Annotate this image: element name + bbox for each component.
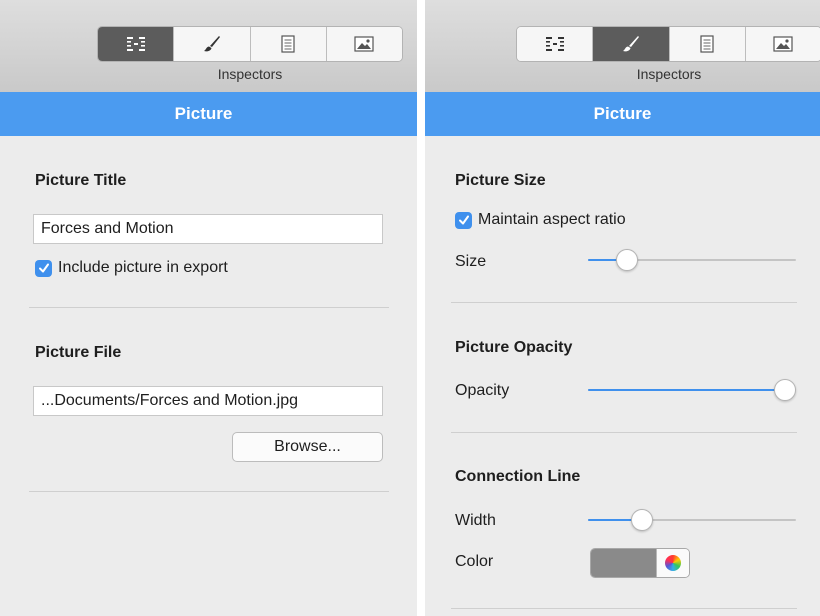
color-label: Color: [455, 553, 494, 570]
color-picker-button[interactable]: [656, 549, 689, 577]
checkmark-icon: [38, 263, 49, 273]
outline-icon: [545, 37, 564, 51]
document-icon: [281, 35, 295, 53]
style-inspector-tab[interactable]: [593, 27, 670, 61]
brush-icon: [622, 36, 639, 52]
picture-inspector-tab[interactable]: [745, 27, 820, 61]
section-divider: [29, 307, 389, 308]
panel-title: Picture: [0, 92, 417, 136]
maintain-aspect-row[interactable]: Maintain aspect ratio: [455, 211, 626, 229]
document-inspector-tab[interactable]: [250, 27, 327, 61]
outline-icon: [126, 37, 145, 51]
browse-button[interactable]: Browse...: [232, 432, 383, 462]
slider-fill: [588, 389, 785, 391]
panel-title-text: Picture: [593, 104, 652, 123]
line-width-slider[interactable]: [588, 508, 796, 532]
include-in-export-label: Include picture in export: [58, 259, 228, 276]
picture-size-heading: Picture Size: [455, 172, 546, 189]
inspector-panel-picture: Inspectors Picture Picture Title Forces …: [0, 0, 417, 616]
color-wheel-icon: [665, 555, 681, 571]
line-color-well[interactable]: [590, 548, 690, 578]
color-swatch[interactable]: [591, 549, 656, 577]
opacity-label: Opacity: [455, 382, 510, 399]
connection-line-heading: Connection Line: [455, 468, 581, 485]
picture-icon: [354, 36, 374, 52]
picture-icon: [773, 36, 793, 52]
slider-knob[interactable]: [630, 509, 653, 531]
inspector-toolbar: Inspectors: [0, 0, 417, 92]
section-divider: [451, 608, 797, 609]
picture-title-input[interactable]: Forces and Motion: [33, 214, 383, 244]
document-inspector-tab[interactable]: [669, 27, 746, 61]
inspectors-label: Inspectors: [636, 66, 702, 82]
inspectors-label: Inspectors: [217, 66, 283, 82]
maintain-aspect-checkbox[interactable]: [455, 211, 472, 229]
width-label: Width: [455, 512, 496, 529]
inspector-panel-picture-style: Inspectors Picture Picture Size Maintain…: [425, 0, 820, 616]
panel-title: Picture: [425, 92, 820, 136]
size-slider[interactable]: [588, 248, 796, 272]
picture-opacity-heading: Picture Opacity: [455, 339, 573, 356]
section-divider: [451, 432, 797, 433]
checkmark-icon: [458, 215, 469, 225]
brush-icon: [203, 36, 220, 52]
size-label: Size: [455, 253, 487, 270]
section-divider: [451, 302, 797, 303]
style-inspector-tab[interactable]: [174, 27, 251, 61]
picture-file-heading: Picture File: [35, 344, 122, 361]
picture-file-path-field[interactable]: ...Documents/Forces and Motion.jpg: [33, 386, 383, 416]
section-divider: [29, 491, 389, 492]
maintain-aspect-label: Maintain aspect ratio: [478, 211, 626, 228]
slider-knob[interactable]: [774, 379, 796, 401]
opacity-slider[interactable]: [588, 378, 796, 402]
document-icon: [700, 35, 714, 53]
inspector-segmented-control: [516, 26, 820, 62]
inspector-segmented-control: [97, 26, 403, 62]
outline-inspector-tab[interactable]: [98, 27, 175, 61]
picture-title-heading: Picture Title: [35, 172, 127, 189]
panel-title-text: Picture: [174, 104, 233, 123]
slider-knob[interactable]: [615, 249, 638, 271]
picture-inspector-tab[interactable]: [326, 27, 402, 61]
outline-inspector-tab[interactable]: [517, 27, 594, 61]
include-in-export-row[interactable]: Include picture in export: [35, 259, 228, 277]
inspector-toolbar: Inspectors: [425, 0, 820, 92]
include-in-export-checkbox[interactable]: [35, 259, 52, 277]
